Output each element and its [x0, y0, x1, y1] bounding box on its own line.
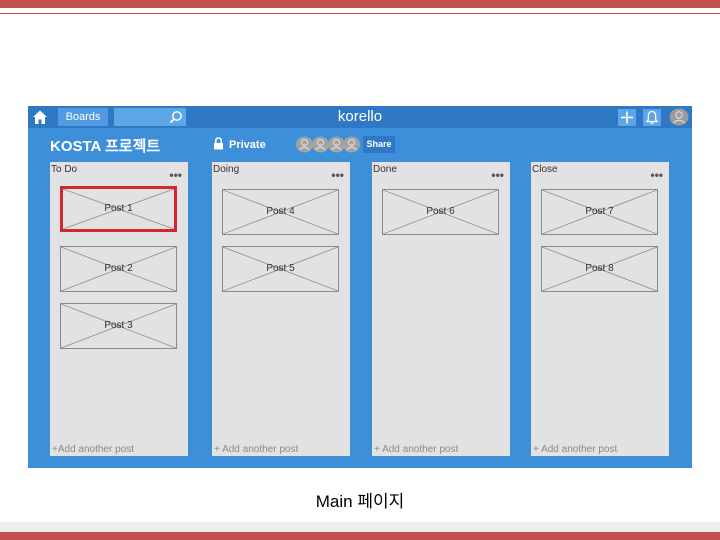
member-avatar-icon[interactable] [312, 136, 329, 153]
notifications-button[interactable] [643, 109, 661, 126]
card-post-5[interactable]: Post 5 [222, 246, 339, 292]
add-post-button[interactable]: + Add another post [374, 444, 458, 455]
list-menu-button[interactable]: ••• [331, 168, 344, 182]
member-avatar-icon[interactable] [296, 136, 313, 153]
slide-bottom-band [0, 522, 720, 532]
card-post-2[interactable]: Post 2 [60, 246, 177, 292]
add-post-button[interactable]: +Add another post [52, 444, 134, 455]
card-title: Post 5 [266, 263, 295, 274]
list-menu-button[interactable]: ••• [650, 168, 663, 182]
slide-top-rule [0, 13, 720, 14]
card-post-6[interactable]: Post 6 [382, 189, 499, 235]
user-icon [669, 108, 689, 126]
board-members[interactable] [296, 136, 360, 153]
list-title[interactable]: To Do [51, 164, 77, 175]
card-title: Post 2 [104, 263, 133, 274]
card-post-3[interactable]: Post 3 [60, 303, 177, 349]
card-title: Post 6 [426, 206, 455, 217]
app-header: korello Boards [28, 106, 692, 128]
add-post-button[interactable]: + Add another post [533, 444, 617, 455]
list-doing: Doing ••• Post 4 Post 5 + Add another po… [212, 162, 350, 456]
search-input[interactable] [114, 108, 186, 126]
add-post-button[interactable]: + Add another post [214, 444, 298, 455]
home-button[interactable] [31, 108, 49, 126]
bell-icon [645, 110, 659, 124]
user-avatar-button[interactable] [669, 108, 689, 126]
card-title: Post 8 [585, 263, 614, 274]
list-menu-button[interactable]: ••• [491, 168, 504, 182]
visibility-toggle[interactable]: Private [229, 139, 266, 151]
card-post-7[interactable]: Post 7 [541, 189, 658, 235]
share-button[interactable]: Share [363, 136, 395, 153]
member-avatar-icon[interactable] [343, 136, 360, 153]
slide: korello Boards KOSTA 프로젝트 Private Share … [0, 0, 720, 540]
slide-top-bar [0, 0, 720, 8]
card-title: Post 7 [585, 206, 614, 217]
search-icon[interactable] [169, 110, 183, 124]
card-title: Post 1 [104, 203, 133, 214]
home-icon [33, 110, 47, 124]
list-to-do: To Do ••• Post 1 Post 2 Post 3 +Add anot… [50, 162, 188, 456]
card-title: Post 3 [104, 320, 133, 331]
card-post-1[interactable]: Post 1 [60, 186, 177, 232]
card-post-8[interactable]: Post 8 [541, 246, 658, 292]
plus-icon [621, 111, 633, 124]
lock-icon [214, 137, 223, 150]
list-close: Close ••• Post 7 Post 8 + Add another po… [531, 162, 669, 456]
list-title[interactable]: Done [373, 164, 397, 175]
member-avatar-icon[interactable] [328, 136, 345, 153]
board-title[interactable]: KOSTA 프로젝트 [50, 135, 160, 156]
card-title: Post 4 [266, 206, 295, 217]
slide-bottom-bar [0, 532, 720, 540]
list-menu-button[interactable]: ••• [169, 168, 182, 182]
slide-caption: Main 페이지 [315, 492, 405, 511]
list-title[interactable]: Close [532, 164, 558, 175]
create-button[interactable] [618, 109, 636, 126]
app-mockup: korello Boards KOSTA 프로젝트 Private Share … [28, 106, 692, 468]
list-done: Done ••• Post 6 + Add another post [372, 162, 510, 456]
boards-button[interactable]: Boards [58, 108, 108, 126]
card-post-4[interactable]: Post 4 [222, 189, 339, 235]
list-title[interactable]: Doing [213, 164, 239, 175]
